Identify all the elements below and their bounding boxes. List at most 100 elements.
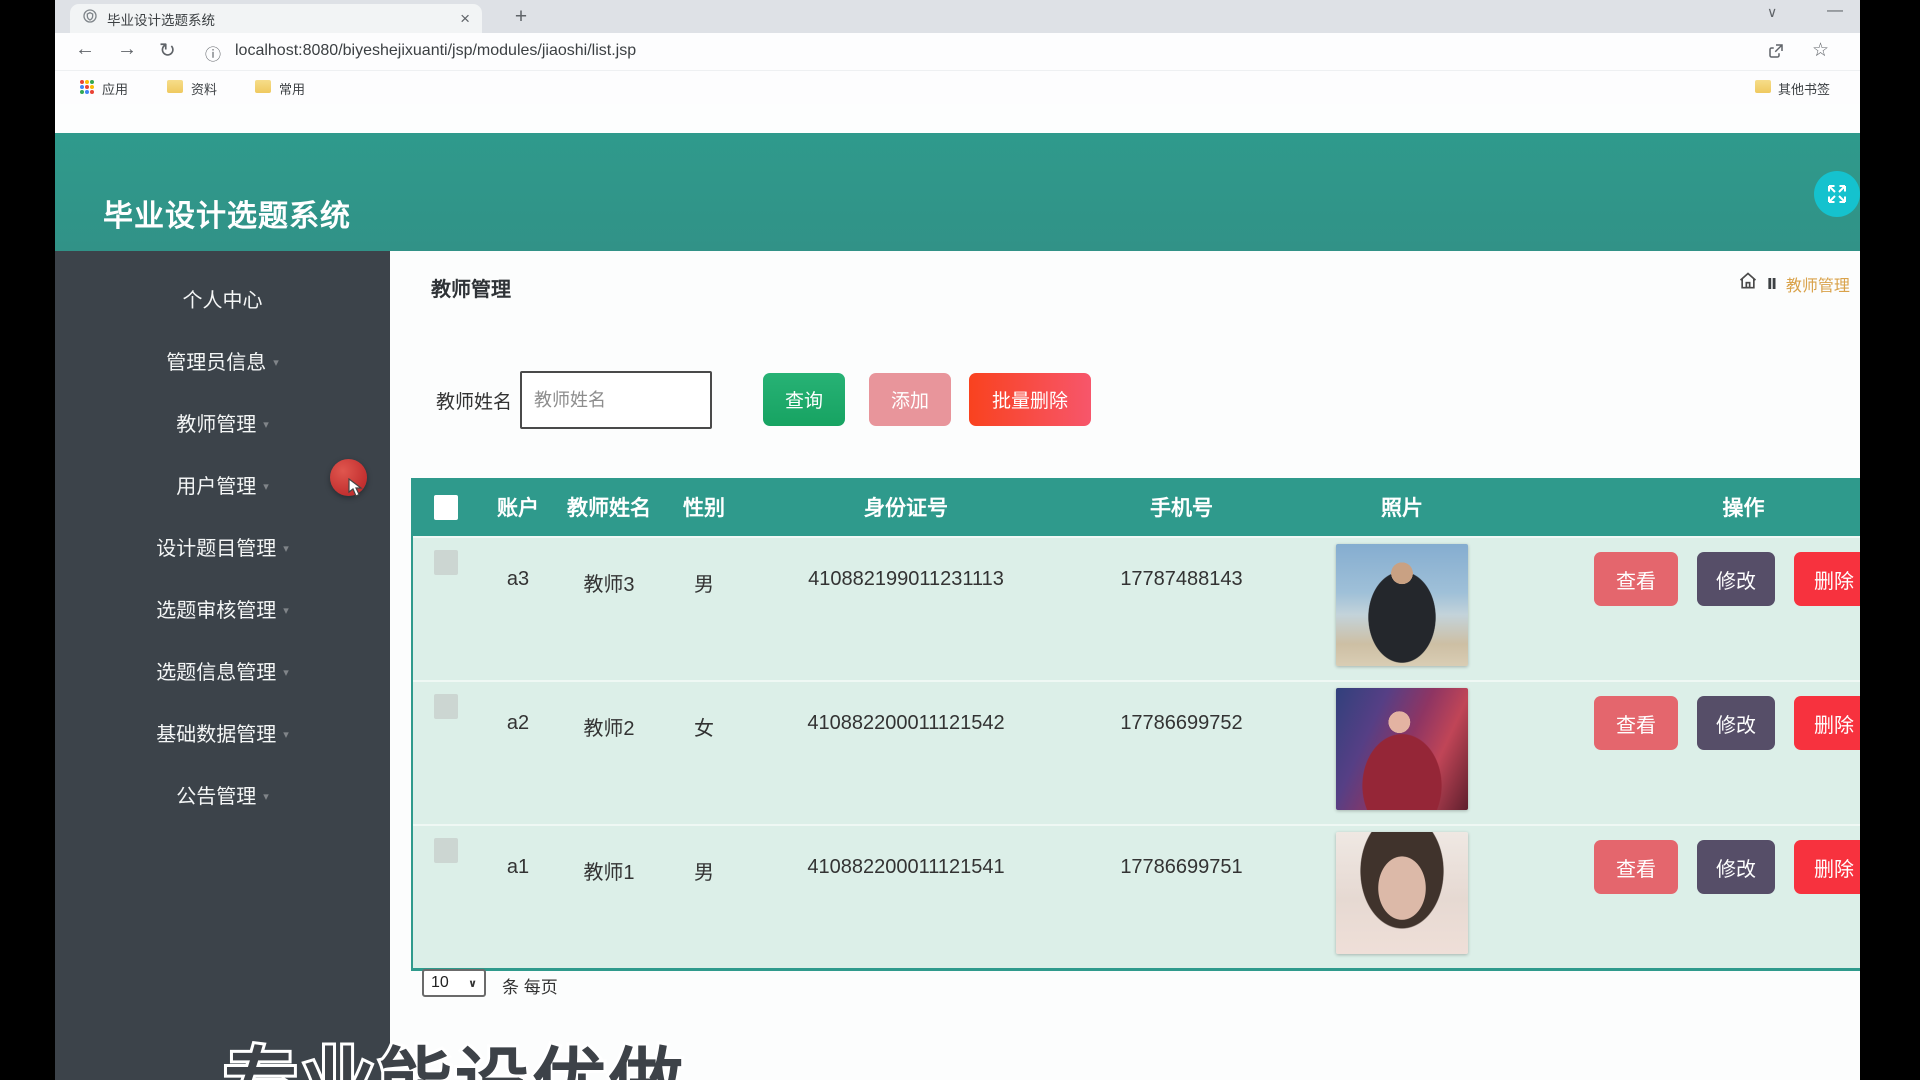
tab-title: 毕业设计选题系统: [107, 9, 460, 29]
col-teacher-name: 教师姓名: [557, 492, 661, 522]
cell-account: a2: [479, 682, 557, 824]
chevron-down-icon: ▾: [283, 728, 289, 741]
bookmark-star-icon[interactable]: ☆: [1812, 39, 1829, 62]
cell-gender: 男: [661, 538, 747, 680]
sidebar-item-admin-info[interactable]: 管理员信息▾: [55, 329, 390, 391]
add-button[interactable]: 添加: [869, 373, 951, 426]
sidebar: 个人中心 管理员信息▾ 教师管理▾ 用户管理▾ 设计题目管理▾ 选题审核管理▾ …: [55, 251, 390, 1080]
row-checkbox[interactable]: [434, 838, 458, 863]
expand-button[interactable]: [1814, 171, 1860, 217]
view-button[interactable]: 查看: [1594, 840, 1678, 894]
delete-button[interactable]: 删除: [1794, 840, 1860, 894]
sidebar-item-design-topic-mgmt[interactable]: 设计题目管理▾: [55, 515, 390, 577]
cell-id-number: 410882199011231113: [747, 538, 1065, 680]
forward-icon[interactable]: →: [117, 38, 137, 61]
table-row: a1 教师1 男 410882200011121541 17786699751 …: [413, 824, 1860, 968]
cell-id-number: 410882200011121541: [747, 826, 1065, 968]
delete-button[interactable]: 删除: [1794, 696, 1860, 750]
tab-close-icon[interactable]: ×: [460, 10, 470, 27]
table-row: a3 教师3 男 410882199011231113 17787488143 …: [413, 536, 1860, 680]
chevron-down-icon: ▾: [283, 604, 289, 617]
screen: 毕业设计选题系统 × + ∨ — ← → ↻ ⓘ localhost:8080/…: [0, 0, 1920, 1080]
teacher-table: 账户 教师姓名 性别 身份证号 手机号 照片 操作 a3 教师3: [411, 478, 1860, 971]
sidebar-item-teacher-mgmt[interactable]: 教师管理▾: [55, 391, 390, 453]
col-id-number: 身份证号: [747, 492, 1065, 522]
bookmarks-bar: 应用 资料 常用 其他书签: [55, 71, 1860, 104]
home-icon[interactable]: [1738, 271, 1758, 296]
browser-window: 毕业设计选题系统 × + ∨ — ← → ↻ ⓘ localhost:8080/…: [55, 0, 1860, 1080]
expand-arrows-icon: [1825, 182, 1849, 206]
watermark-text: 专业能设优做: [222, 1034, 862, 1080]
breadcrumb: Ⅱ 教师管理: [1738, 271, 1850, 296]
edit-button[interactable]: 修改: [1697, 840, 1775, 894]
sidebar-item-personal-center[interactable]: 个人中心: [55, 267, 390, 329]
back-icon[interactable]: ←: [75, 38, 95, 61]
cell-gender: 女: [661, 682, 747, 824]
batch-delete-button[interactable]: 批量删除: [969, 373, 1091, 426]
page-title: 教师管理: [431, 273, 511, 302]
other-bookmarks[interactable]: 其他书签: [1778, 79, 1830, 98]
edit-button[interactable]: 修改: [1697, 696, 1775, 750]
chevron-down-icon: ▾: [263, 790, 269, 803]
cell-phone: 17786699751: [1065, 826, 1298, 968]
breadcrumb-current[interactable]: 教师管理: [1786, 272, 1850, 296]
cell-name: 教师3: [557, 538, 661, 680]
site-info-icon[interactable]: ⓘ: [205, 41, 221, 65]
select-all-checkbox[interactable]: [434, 495, 458, 520]
sidebar-item-base-data-mgmt[interactable]: 基础数据管理▾: [55, 701, 390, 763]
cell-name: 教师2: [557, 682, 661, 824]
address-bar: ← → ↻ ⓘ localhost:8080/biyeshejixuanti/j…: [55, 33, 1860, 71]
teacher-photo: [1336, 544, 1468, 666]
edit-button[interactable]: 修改: [1697, 552, 1775, 606]
row-checkbox[interactable]: [434, 550, 458, 575]
col-gender: 性别: [661, 492, 747, 522]
col-phone: 手机号: [1065, 492, 1298, 522]
browser-tab[interactable]: 毕业设计选题系统 ×: [70, 4, 482, 33]
row-checkbox[interactable]: [434, 694, 458, 719]
query-button[interactable]: 查询: [763, 373, 845, 426]
bookmark-ziliao[interactable]: 资料: [191, 79, 217, 98]
cell-name: 教师1: [557, 826, 661, 968]
col-actions: 操作: [1506, 492, 1860, 522]
app-title: 毕业设计选题系统: [103, 191, 351, 235]
chevron-down-icon: ▾: [263, 480, 269, 493]
page-size-label: 条 每页: [502, 973, 558, 998]
hand-cursor-icon: [347, 478, 365, 503]
bookmark-changyong[interactable]: 常用: [279, 79, 305, 98]
folder-icon: [255, 80, 271, 93]
url-text[interactable]: localhost:8080/biyeshejixuanti/jsp/modul…: [235, 42, 636, 60]
cell-account: a3: [479, 538, 557, 680]
col-photo: 照片: [1298, 492, 1506, 522]
bookmark-apps[interactable]: 应用: [102, 79, 128, 98]
search-label: 教师姓名: [436, 387, 512, 414]
teacher-name-input[interactable]: [520, 371, 712, 429]
cell-id-number: 410882200011121542: [747, 682, 1065, 824]
app-header: 毕业设计选题系统: [55, 133, 1860, 251]
folder-icon: [1755, 80, 1771, 93]
select-all-cell: [413, 495, 479, 520]
tab-strip: 毕业设计选题系统 × + ∨ —: [55, 0, 1860, 33]
cell-account: a1: [479, 826, 557, 968]
new-tab-button[interactable]: +: [507, 3, 535, 31]
sidebar-item-notice-mgmt[interactable]: 公告管理▾: [55, 763, 390, 825]
app-body: 个人中心 管理员信息▾ 教师管理▾ 用户管理▾ 设计题目管理▾ 选题审核管理▾ …: [55, 251, 1860, 1080]
tab-search-chevron-icon[interactable]: ∨: [1767, 4, 1777, 21]
view-button[interactable]: 查看: [1594, 552, 1678, 606]
view-button[interactable]: 查看: [1594, 696, 1678, 750]
delete-button[interactable]: 删除: [1794, 552, 1860, 606]
minimize-window-icon[interactable]: —: [1827, 2, 1843, 20]
cell-gender: 男: [661, 826, 747, 968]
sidebar-item-topic-review-mgmt[interactable]: 选题审核管理▾: [55, 577, 390, 639]
col-account: 账户: [479, 492, 557, 522]
folder-icon: [167, 80, 183, 93]
sidebar-item-topic-info-mgmt[interactable]: 选题信息管理▾: [55, 639, 390, 701]
apps-grid-icon[interactable]: [80, 80, 94, 94]
main-content: 教师管理 Ⅱ 教师管理 教师姓名: [390, 251, 1860, 1080]
cell-phone: 17786699752: [1065, 682, 1298, 824]
select-chevron-icon: ∨: [468, 977, 477, 990]
page-size-select[interactable]: 10 ∨: [422, 969, 486, 997]
share-icon[interactable]: [1767, 42, 1785, 65]
web-page: 毕业设计选题系统 个人中心 管理员信息▾ 教师管理▾ 用户管理▾: [55, 104, 1860, 1080]
reload-icon[interactable]: ↻: [159, 38, 176, 63]
chevron-down-icon: ▾: [283, 542, 289, 555]
